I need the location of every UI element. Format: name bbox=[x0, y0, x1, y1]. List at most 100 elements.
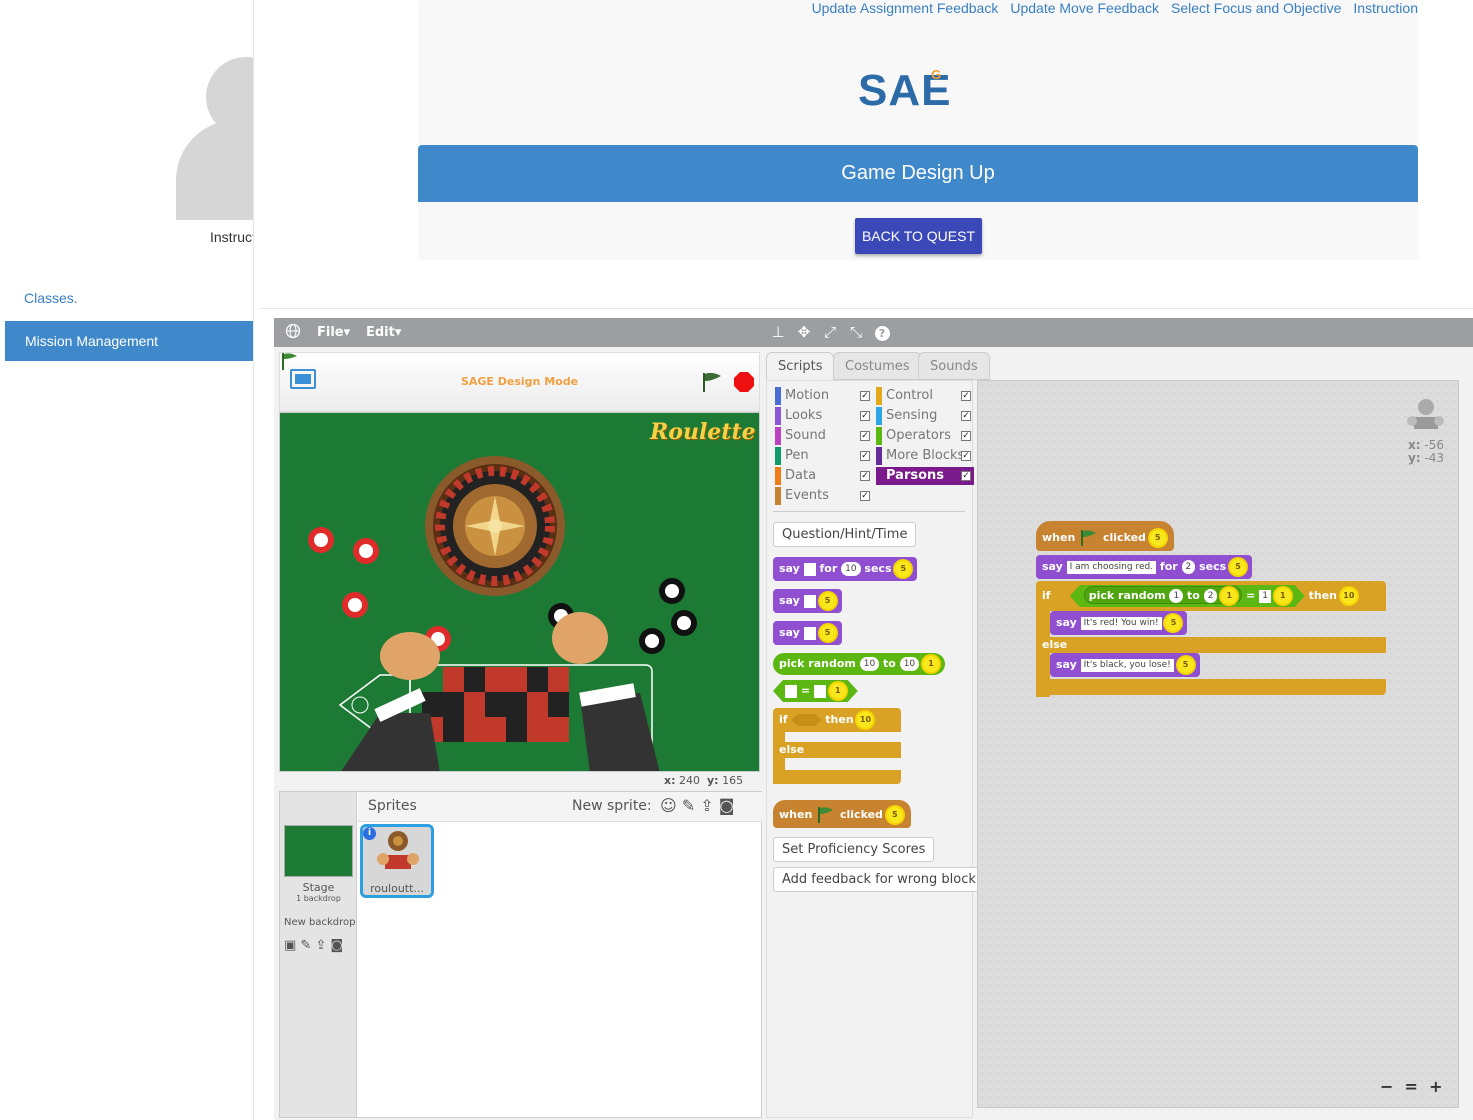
sidebar-item-mission-management[interactable]: Mission Management bbox=[5, 321, 253, 361]
sprite-pane: Stage 1 backdrop New backdrop ▣ ✎ ⇪ ◙ Sp… bbox=[279, 791, 762, 1118]
checkbox[interactable]: ✓ bbox=[860, 431, 870, 441]
category-parsons[interactable]: Parsons bbox=[876, 467, 974, 485]
help-icon[interactable]: ? bbox=[873, 323, 891, 341]
sprites-header: Sprites New sprite: ☺ ✎ ⇪ ◙ bbox=[358, 792, 762, 822]
category-data[interactable]: Data bbox=[775, 467, 816, 485]
stop-icon[interactable] bbox=[733, 371, 755, 397]
block-palette: Motion Looks Sound Pen Data Events ✓ ✓ ✓… bbox=[766, 380, 985, 1118]
stage-canvas[interactable]: Roulette bbox=[279, 412, 760, 772]
script-canvas[interactable]: x: -56 y: -43 when clicked 5 say I am cho… bbox=[977, 380, 1459, 1108]
palette-divider bbox=[773, 511, 965, 512]
category-looks[interactable]: Looks bbox=[775, 407, 822, 425]
editor-topbar: File▾ Edit▾ ⊥ ✥ ⤢ ⤡ ? bbox=[274, 318, 1473, 347]
grow-icon[interactable]: ⤢ bbox=[821, 323, 839, 341]
say-block[interactable]: say 5 bbox=[773, 621, 842, 645]
category-pen[interactable]: Pen bbox=[775, 447, 809, 465]
sprite-library-icon[interactable]: ☺ bbox=[660, 796, 677, 815]
question-hint-time-button[interactable]: Question/Hint/Time bbox=[773, 522, 917, 547]
checkbox[interactable]: ✓ bbox=[860, 391, 870, 401]
checkbox[interactable]: ✓ bbox=[961, 451, 971, 461]
category-sound[interactable]: Sound bbox=[775, 427, 826, 445]
instructor-label: Instructor bbox=[210, 229, 253, 245]
paint-sprite-icon[interactable]: ✎ bbox=[682, 796, 695, 815]
tab-costumes[interactable]: Costumes bbox=[833, 352, 922, 380]
zoom-in-icon[interactable]: + bbox=[1429, 1077, 1442, 1096]
move-icon[interactable]: ✥ bbox=[795, 323, 813, 341]
zoom-out-icon[interactable]: − bbox=[1380, 1077, 1393, 1096]
add-feedback-button[interactable]: Add feedback for wrong block bbox=[773, 867, 985, 892]
divider bbox=[260, 308, 1473, 309]
camera-icon[interactable]: ◙ bbox=[331, 938, 344, 953]
instruction-link[interactable]: Instruction bbox=[1353, 0, 1418, 16]
edit-menu[interactable]: Edit▾ bbox=[366, 325, 401, 340]
if-else-script[interactable]: if pick random 1 to 2 1 = 1 1 then 10 sa… bbox=[1036, 581, 1386, 697]
shrink-icon[interactable]: ⤡ bbox=[847, 323, 865, 341]
checkbox[interactable]: ✓ bbox=[961, 471, 971, 481]
set-proficiency-button[interactable]: Set Proficiency Scores bbox=[773, 837, 935, 862]
stage-column: Stage 1 backdrop New backdrop ▣ ✎ ⇪ ◙ bbox=[280, 792, 357, 1117]
checkbox[interactable]: ✓ bbox=[860, 471, 870, 481]
tab-scripts[interactable]: Scripts bbox=[766, 352, 835, 380]
select-focus-link[interactable]: Select Focus and Objective bbox=[1171, 0, 1341, 16]
checkbox[interactable]: ✓ bbox=[961, 411, 971, 421]
checkbox[interactable]: ✓ bbox=[860, 411, 870, 421]
category-sensing[interactable]: Sensing bbox=[876, 407, 937, 425]
sprite-coords: x: -56 y: -43 bbox=[1408, 438, 1445, 465]
sprite-name: rouloutt... bbox=[370, 882, 424, 895]
sage-logo: SA G E bbox=[858, 66, 952, 115]
globe-icon[interactable] bbox=[284, 323, 302, 341]
say-lose-block[interactable]: say It's black, you lose! 5 bbox=[1050, 653, 1200, 677]
new-sprite-label: New sprite: bbox=[572, 798, 652, 814]
sprite-preview-icon bbox=[1407, 399, 1444, 429]
checkbox[interactable]: ✓ bbox=[860, 491, 870, 501]
when-flag-clicked-hat[interactable]: when clicked 5 bbox=[1036, 521, 1174, 551]
camera-sprite-icon[interactable]: ◙ bbox=[719, 796, 735, 815]
category-more-blocks[interactable]: More Blocks bbox=[876, 447, 964, 465]
new-backdrop-tools: ▣ ✎ ⇪ ◙ bbox=[284, 938, 343, 953]
classes-link[interactable]: Classes. bbox=[24, 290, 78, 306]
back-to-quest-button[interactable]: BACK TO QUEST bbox=[855, 218, 982, 254]
stamp-icon[interactable]: ⊥ bbox=[769, 323, 787, 341]
category-events[interactable]: Events bbox=[775, 487, 829, 505]
say-block[interactable]: say 5 bbox=[773, 589, 842, 613]
sprite-thumbnail[interactable]: i rouloutt... bbox=[360, 824, 434, 898]
file-menu[interactable]: File▾ bbox=[317, 325, 350, 340]
checkbox[interactable]: ✓ bbox=[860, 451, 870, 461]
flag-icon bbox=[818, 807, 834, 823]
flag-icon bbox=[1081, 530, 1097, 546]
update-assignment-feedback-link[interactable]: Update Assignment Feedback bbox=[812, 0, 999, 16]
category-operators[interactable]: Operators bbox=[876, 427, 951, 445]
stage-title: SAGE Design Mode bbox=[460, 375, 579, 388]
new-backdrop-label: New backdrop bbox=[284, 917, 356, 928]
checkbox[interactable]: ✓ bbox=[961, 431, 971, 441]
stage-label: Stage bbox=[302, 881, 335, 894]
sprites-label: Sprites bbox=[368, 798, 417, 814]
say-for-secs-block[interactable]: say for 10 secs 5 bbox=[773, 557, 918, 581]
roulette-title: Roulette bbox=[650, 419, 756, 445]
pick-random-block[interactable]: pick random 10 to 10 1 bbox=[773, 653, 945, 675]
update-move-feedback-link[interactable]: Update Move Feedback bbox=[1010, 0, 1159, 16]
stage-header: SAGE Design Mode bbox=[279, 352, 760, 412]
left-sidebar: Instructor Classes. Mission Management bbox=[0, 0, 254, 1120]
green-flag-icon[interactable] bbox=[700, 371, 724, 397]
zoom-reset-icon[interactable]: = bbox=[1405, 1077, 1418, 1096]
stage-thumbnail[interactable] bbox=[284, 825, 353, 877]
if-else-block[interactable]: if then 10 else bbox=[773, 708, 903, 784]
when-flag-clicked-block[interactable]: when clicked 5 bbox=[773, 800, 911, 828]
paint-backdrop-icon[interactable]: ▣ bbox=[284, 938, 296, 953]
stage-backdrop-count: 1 backdrop bbox=[296, 894, 341, 903]
upload-sprite-icon[interactable]: ⇪ bbox=[700, 796, 713, 815]
equals-block[interactable]: = 1 bbox=[773, 680, 858, 702]
new-sprite-tools: ☺ ✎ ⇪ ◙ bbox=[660, 796, 734, 815]
upload-icon[interactable]: ⇪ bbox=[315, 938, 326, 953]
stage-coords: x: 240 y: 165 bbox=[664, 774, 744, 787]
say-choosing-block[interactable]: say I am choosing red. for 2 secs 5 bbox=[1036, 555, 1253, 579]
tab-sounds[interactable]: Sounds bbox=[918, 352, 990, 380]
scratch-editor: File▾ Edit▾ ⊥ ✥ ⤢ ⤡ ? SAGE Design Mode R… bbox=[274, 318, 1473, 1120]
say-win-block[interactable]: say It's red! You win! 5 bbox=[1050, 611, 1188, 635]
category-motion[interactable]: Motion bbox=[775, 387, 829, 405]
brush-icon[interactable]: ✎ bbox=[300, 938, 311, 953]
checkbox[interactable]: ✓ bbox=[961, 391, 971, 401]
page-title: Game Design Up bbox=[418, 145, 1418, 202]
category-control[interactable]: Control bbox=[876, 387, 933, 405]
